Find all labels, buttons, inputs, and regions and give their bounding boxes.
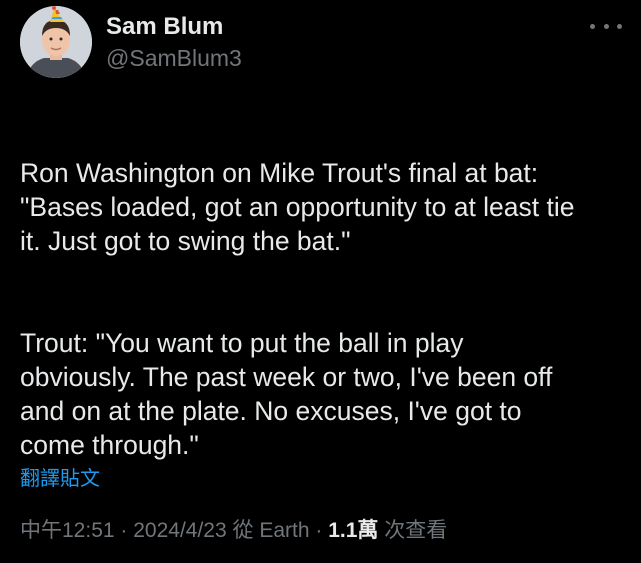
post-source: 從 Earth (226, 519, 310, 542)
post-date[interactable]: 2024/4/23 (133, 519, 226, 542)
post-time[interactable]: 中午12:51 (20, 519, 115, 542)
avatar[interactable] (20, 6, 92, 78)
translate-post-link[interactable]: 翻譯貼文 (20, 466, 100, 492)
tweet-paragraph-2: Trout: "You want to put the ball in play… (20, 328, 553, 460)
meta-separator: · (309, 519, 329, 542)
meta-separator: · (114, 519, 134, 542)
tweet-text: Ron Washington on Mike Trout's final at … (20, 122, 625, 496)
more-dot (617, 23, 622, 29)
views-count: 1.1萬 (328, 519, 379, 542)
author-display-name[interactable]: Sam Blum (106, 12, 223, 42)
more-dot (603, 23, 609, 29)
author-handle[interactable]: @SamBlum3 (106, 44, 242, 72)
tweet-card: Sam Blum @SamBlum3 Ron Washington on Mik… (0, 0, 641, 563)
tweet-metadata: 中午12:51 · 2024/4/23 從 Earth · 1.1萬 次查看 (20, 517, 447, 545)
more-horizontal-icon[interactable] (590, 16, 622, 36)
views-label: 次查看 (378, 519, 448, 542)
tweet-paragraph-1: Ron Washington on Mike Trout's final at … (20, 158, 575, 256)
avatar-image (20, 6, 92, 78)
more-dot (590, 23, 595, 29)
